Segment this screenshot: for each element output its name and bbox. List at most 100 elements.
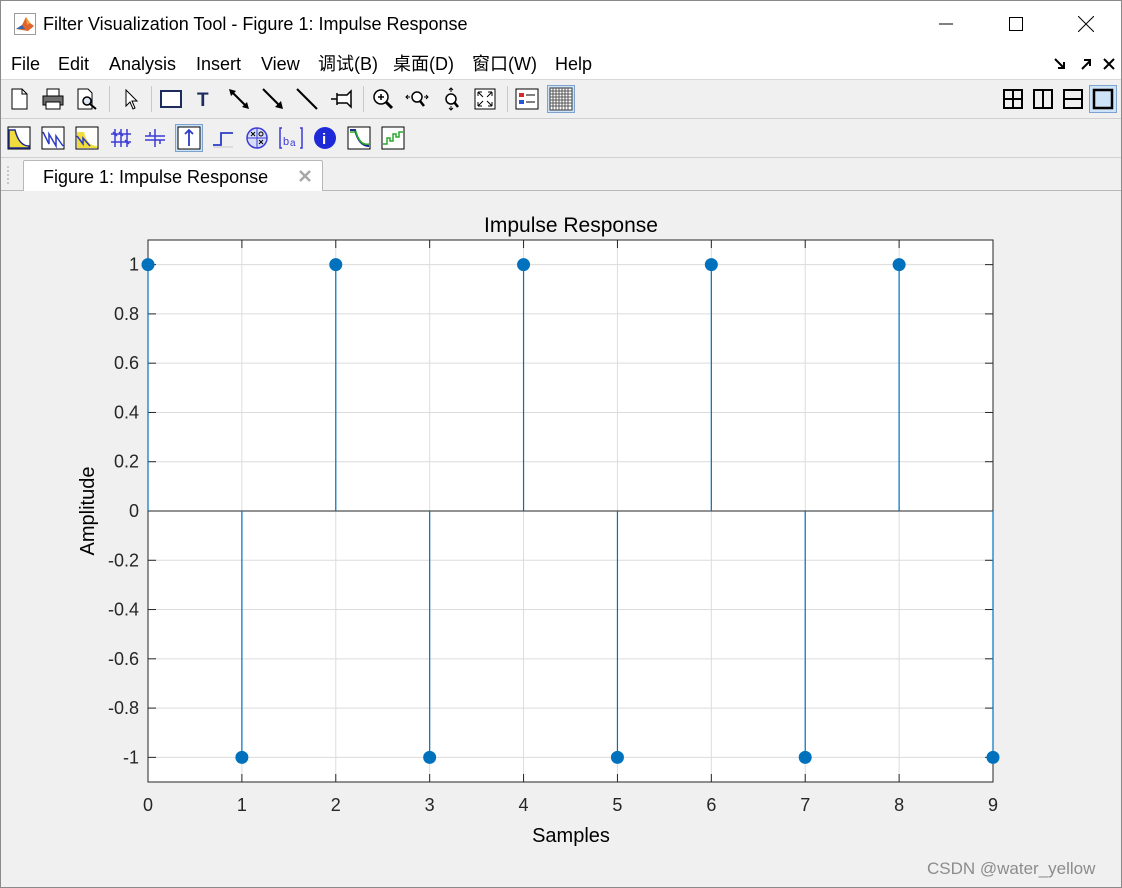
menu-help[interactable]: Help xyxy=(555,53,592,75)
svg-text:i: i xyxy=(322,131,326,148)
print-button[interactable] xyxy=(39,85,67,113)
insert-line-button[interactable] xyxy=(293,85,321,113)
y-tick-label: -0.4 xyxy=(108,600,139,620)
group-delay-button[interactable] xyxy=(107,124,135,152)
zoom-in-button[interactable] xyxy=(369,85,397,113)
phase-delay-icon xyxy=(145,129,165,147)
magnitude-estimate-button[interactable] xyxy=(345,124,373,152)
stem-marker xyxy=(329,258,343,272)
figure-tab-strip: Figure 1: Impulse Response xyxy=(1,158,1121,191)
impulse-response-plot[interactable]: Impulse Response Samples Amplitude 0 1 2 3 4… xyxy=(1,191,1121,887)
menu-window[interactable]: 窗口(W) xyxy=(472,53,537,75)
watermark: CSDN @water_yellow xyxy=(927,859,1096,878)
plot-layer: 0 1 2 3 4 5 6 7 8 9 1 0.8 0.6 0.4 0.2 0 -0.2 -0.4 -0.6 -0.8… xyxy=(108,239,1000,815)
magnitude-phase-button[interactable] xyxy=(73,124,101,152)
print-preview-button[interactable] xyxy=(73,85,101,113)
magnitude-response-button[interactable] xyxy=(5,124,33,152)
maximize-button[interactable] xyxy=(981,1,1051,47)
minimize-button[interactable] xyxy=(911,1,981,47)
insert-rectangle-button[interactable] xyxy=(157,85,185,113)
full-view-button[interactable] xyxy=(471,85,499,113)
y-tick-label: 0.4 xyxy=(114,402,139,422)
arrow-pointer-icon xyxy=(125,88,139,110)
menu-view[interactable]: View xyxy=(261,53,300,75)
menu-desktop[interactable]: 桌面(D) xyxy=(393,53,454,75)
split-horizontal-icon xyxy=(1063,89,1083,109)
x-tick-label: 8 xyxy=(894,795,904,815)
round-off-noise-button[interactable] xyxy=(379,124,407,152)
phase-response-icon xyxy=(41,126,65,150)
svg-text:b: b xyxy=(283,136,289,148)
y-tick-label: 0.6 xyxy=(114,353,139,373)
stem-marker xyxy=(423,750,437,764)
pole-zero-icon xyxy=(246,127,268,149)
grid-toggle-button[interactable] xyxy=(547,85,575,113)
y-tick-label: 0.8 xyxy=(114,304,139,324)
close-window-button[interactable] xyxy=(1051,1,1121,47)
undock-arrow-icon[interactable] xyxy=(1079,57,1093,71)
menu-debug[interactable]: 调试(B) xyxy=(318,53,378,75)
tab-figure-1[interactable]: Figure 1: Impulse Response xyxy=(23,160,323,191)
analysis-toolbar: ba i xyxy=(1,119,1121,158)
magnitude-response-icon xyxy=(7,126,31,150)
dock-arrow-icon[interactable] xyxy=(1053,57,1067,71)
left-right-layout-button[interactable] xyxy=(1029,85,1057,113)
y-tick-label: 1 xyxy=(129,255,139,275)
magnitude-phase-icon xyxy=(75,126,99,150)
legend-button[interactable] xyxy=(513,85,541,113)
zoom-y-icon xyxy=(445,87,459,111)
y-tick-label: -0.8 xyxy=(108,698,139,718)
maximize-layout-button[interactable] xyxy=(1089,85,1117,113)
filter-info-button[interactable]: i xyxy=(311,124,339,152)
split-vertical-icon xyxy=(1033,89,1053,109)
full-view-icon xyxy=(474,88,496,110)
close-icon xyxy=(1078,16,1094,32)
menu-file[interactable]: File xyxy=(11,53,40,75)
top-bottom-layout-button[interactable] xyxy=(1059,85,1087,113)
legend-icon xyxy=(515,88,539,110)
figure-canvas: Impulse Response Samples Amplitude 0 1 2 3 4… xyxy=(1,191,1121,887)
filter-coefficients-button[interactable]: ba xyxy=(277,124,305,152)
y-tick-label: 0.2 xyxy=(114,452,139,472)
pin-icon xyxy=(331,89,352,109)
text-tool-icon: T xyxy=(197,90,209,109)
svg-text:a: a xyxy=(290,138,296,149)
stem-marker xyxy=(610,750,624,764)
menu-insert[interactable]: Insert xyxy=(196,53,241,75)
group-delay-icon xyxy=(111,129,131,147)
menu-analysis[interactable]: Analysis xyxy=(109,53,176,75)
x-axis-label: Samples xyxy=(532,825,610,847)
x-tick-label: 3 xyxy=(425,795,435,815)
phase-delay-button[interactable] xyxy=(141,124,169,152)
select-pointer-button[interactable] xyxy=(117,85,145,113)
stem-marker xyxy=(517,258,531,272)
phase-response-button[interactable] xyxy=(39,124,67,152)
y-tick-label: -0.2 xyxy=(108,550,139,570)
insert-double-arrow-button[interactable] xyxy=(225,85,253,113)
menu-edit[interactable]: Edit xyxy=(58,53,89,75)
pin-annotation-button[interactable] xyxy=(327,85,355,113)
grid-icon xyxy=(549,87,573,111)
toolbar-separator xyxy=(109,86,110,112)
impulse-response-button[interactable] xyxy=(175,124,203,152)
arrow-line-icon xyxy=(262,88,283,109)
x-tick-label: 2 xyxy=(331,795,341,815)
single-pane-icon xyxy=(1092,88,1114,110)
zoom-x-button[interactable] xyxy=(403,85,431,113)
pole-zero-button[interactable] xyxy=(243,124,271,152)
step-response-button[interactable] xyxy=(209,124,237,152)
zoom-in-icon xyxy=(373,89,394,110)
insert-text-button[interactable]: T xyxy=(191,85,219,113)
x-tick-label: 4 xyxy=(519,795,529,815)
insert-arrow-button[interactable] xyxy=(259,85,287,113)
stem-marker xyxy=(704,258,718,272)
tile-layout-button[interactable] xyxy=(999,85,1027,113)
new-figure-button[interactable] xyxy=(5,85,33,113)
title-bar: Filter Visualization Tool - Figure 1: Im… xyxy=(1,1,1121,47)
zoom-y-button[interactable] xyxy=(437,85,465,113)
close-tab-icon[interactable] xyxy=(297,168,313,184)
print-preview-icon xyxy=(77,88,97,110)
step-response-icon xyxy=(213,132,233,148)
window-title: Filter Visualization Tool - Figure 1: Im… xyxy=(43,14,468,34)
close-figure-icon[interactable] xyxy=(1102,57,1116,71)
